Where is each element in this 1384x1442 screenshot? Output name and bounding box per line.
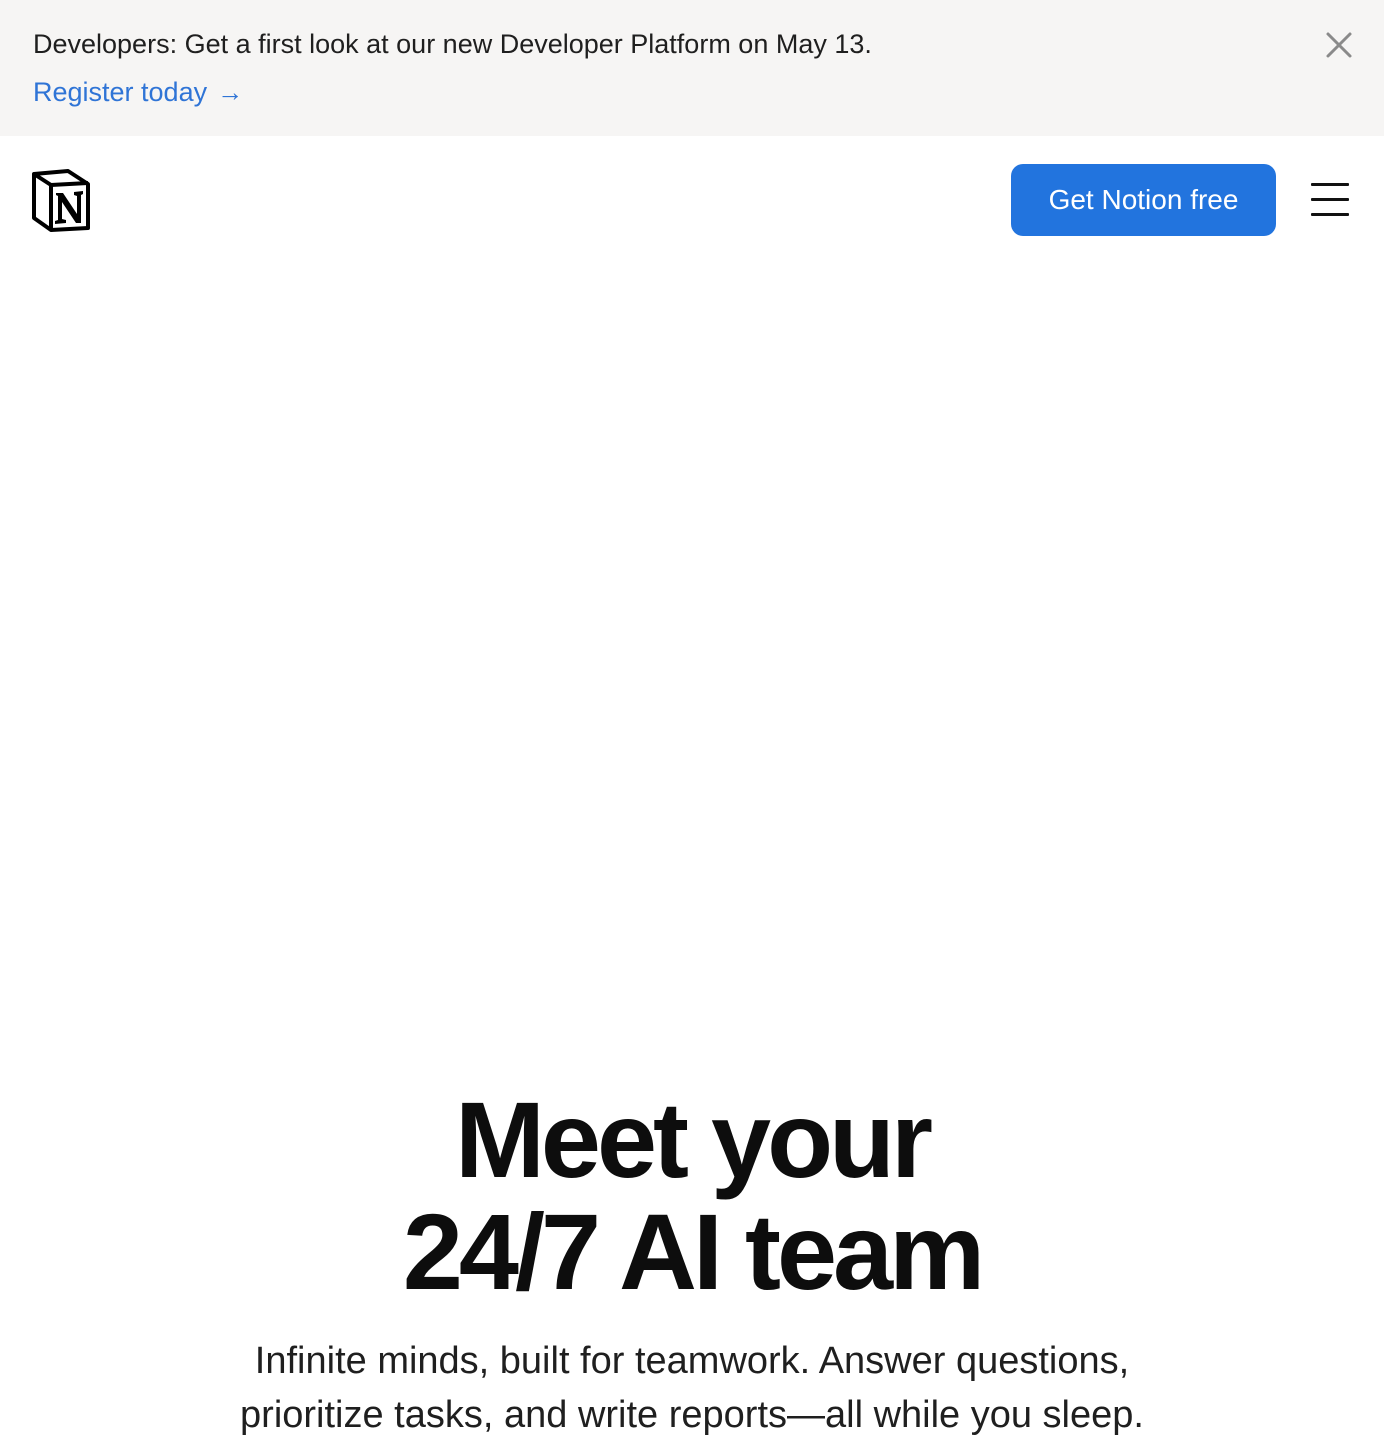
close-icon[interactable] <box>1322 28 1356 62</box>
get-notion-free-button[interactable]: Get Notion free <box>1011 164 1276 236</box>
site-header: Get Notion free <box>0 136 1384 264</box>
hero-subtitle: Infinite minds, built for teamwork. Answ… <box>0 1334 1384 1442</box>
hero-title: Meet your 24/7 AI team <box>0 1084 1384 1308</box>
register-today-label: Register today <box>33 77 208 107</box>
banner-message: Developers: Get a first look at our new … <box>33 29 872 59</box>
announcement-banner: Developers: Get a first look at our new … <box>0 0 1384 136</box>
hamburger-menu-icon[interactable] <box>1308 180 1352 220</box>
register-today-link[interactable]: Register today → <box>33 74 243 110</box>
hero-title-line-2: 24/7 AI team <box>402 1191 985 1312</box>
hero-subtitle-line-1: Infinite minds, built for teamwork. Answ… <box>254 1340 1130 1382</box>
notion-logo-icon[interactable] <box>30 168 92 232</box>
hero-title-line-1: Meet your <box>454 1079 933 1200</box>
arrow-right-icon: → <box>217 77 244 107</box>
